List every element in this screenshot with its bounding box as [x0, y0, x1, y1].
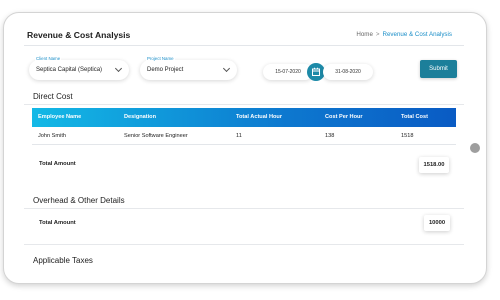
column-header-employee-name: Employee Name	[38, 114, 82, 120]
column-header-designation: Designation	[124, 114, 157, 120]
app-screen: Revenue & Cost Analysis Home > Revenue & C…	[24, 24, 464, 270]
divider	[24, 244, 464, 245]
breadcrumb-home[interactable]: Home	[356, 31, 373, 38]
cell-total-actual-hour: 11	[236, 133, 242, 139]
direct-cost-table: Employee Name Designation Total Actual H…	[32, 108, 456, 145]
overhead-total-value: 10000	[424, 215, 450, 231]
cell-employee-name: John Smith	[38, 133, 66, 139]
date-from-field[interactable]: 15-07-2020	[263, 64, 313, 80]
direct-cost-total-label: Total Amount	[39, 161, 76, 167]
client-select[interactable]: Client Name Septica Capital (Septica)	[29, 56, 129, 80]
direct-cost-title: Direct Cost	[33, 92, 73, 101]
cell-total-cost: 1518	[401, 133, 414, 139]
divider	[24, 208, 464, 209]
date-to-field[interactable]: 31-08-2020	[323, 64, 373, 80]
overhead-total-label: Total Amount	[39, 220, 76, 226]
project-field-label: Project Name	[146, 56, 175, 61]
divider	[24, 104, 464, 105]
overhead-title: Overhead & Other Details	[33, 196, 125, 205]
submit-button[interactable]: Submit	[420, 60, 457, 78]
breadcrumb: Home > Revenue & Cost Analysis	[356, 31, 452, 38]
chevron-down-icon	[222, 64, 231, 73]
client-field-value: Septica Capital (Septica)	[36, 67, 103, 73]
page-title: Revenue & Cost Analysis	[27, 30, 131, 40]
column-header-total-cost: Total Cost	[401, 114, 428, 120]
table-header: Employee Name Designation Total Actual H…	[32, 108, 456, 127]
table-row: John Smith Senior Software Engineer 11 1…	[32, 127, 456, 145]
applicable-taxes-title: Applicable Taxes	[33, 256, 93, 265]
breadcrumb-current: Revenue & Cost Analysis	[382, 31, 452, 38]
chevron-down-icon	[114, 64, 123, 73]
cell-cost-per-hour: 138	[325, 133, 335, 139]
project-select[interactable]: Project Name Demo Project	[140, 56, 237, 80]
date-to-value: 31-08-2020	[335, 69, 361, 75]
direct-cost-total-value: 1518.00	[419, 157, 449, 173]
breadcrumb-separator-icon: >	[375, 31, 380, 38]
column-header-total-actual-hour: Total Actual Hour	[236, 114, 282, 120]
top-bar: Revenue & Cost Analysis Home > Revenue & C…	[24, 24, 464, 46]
client-field-label: Client Name	[35, 56, 62, 61]
project-field-value: Demo Project	[147, 67, 184, 73]
date-from-value: 15-07-2020	[275, 69, 301, 75]
tablet-home-button	[470, 143, 480, 153]
cell-designation: Senior Software Engineer	[124, 133, 188, 139]
column-header-cost-per-hour: Cost Per Hour	[325, 114, 363, 120]
